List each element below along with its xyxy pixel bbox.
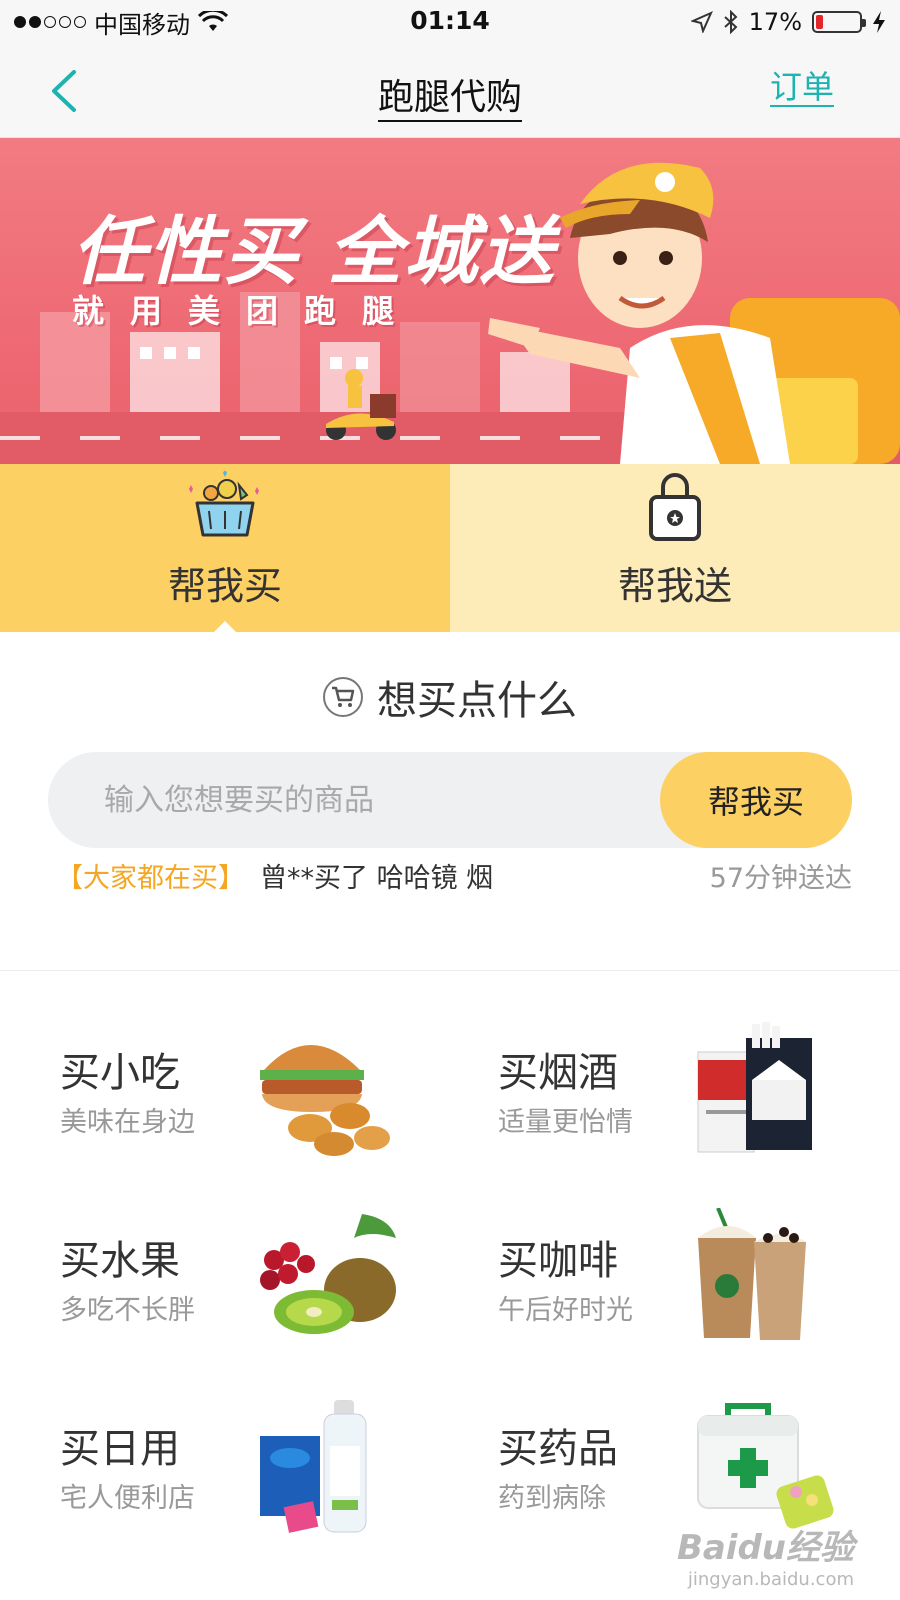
- tab-help-buy[interactable]: 帮我买: [0, 464, 450, 633]
- cigarettes-image: [697, 1022, 812, 1153]
- order-link[interactable]: 订单: [769, 69, 834, 108]
- bluetooth-icon: [723, 10, 738, 34]
- search-input[interactable]: [104, 752, 624, 848]
- ticker-tag: 【大家都在买】: [56, 863, 245, 894]
- tab-label: 帮我送: [617, 564, 732, 608]
- charging-icon: [873, 11, 885, 33]
- watermark-sub: jingyan.baidu.com: [687, 1569, 854, 1590]
- battery-percent: 17%: [748, 8, 802, 36]
- status-right: 17%: [690, 8, 886, 36]
- baidu-watermark: Baidu经验 jingyan.baidu.com: [677, 1520, 854, 1590]
- daily-goods-image: [260, 1400, 367, 1533]
- battery-icon: [812, 11, 866, 33]
- basket-icon: [189, 471, 259, 537]
- promo-banner[interactable]: 任性买 全城送 就用美团跑腿: [0, 138, 900, 464]
- coffee-image: [698, 1208, 806, 1340]
- popular-purchases-ticker: 【大家都在买】 曾**买了 哈哈镜 烟 57分钟送达: [56, 856, 852, 896]
- category-tobacco-alcohol[interactable]: 买烟酒 适量更怡情: [498, 1000, 900, 1170]
- courier-mascot-image: [488, 162, 900, 464]
- category-subtitle: 多吃不长胖: [60, 1295, 195, 1326]
- ticker-delivery-time: 57分钟送达: [709, 863, 852, 894]
- scooter-rider-image: [326, 369, 396, 440]
- category-daily-goods[interactable]: 买日用 宅人便利店: [60, 1376, 480, 1546]
- category-title: 买日用: [60, 1426, 180, 1472]
- category-title: 买小吃: [60, 1050, 180, 1096]
- buy-heading-text: 想买点什么: [377, 678, 577, 724]
- section-divider: [0, 970, 900, 971]
- banner-subtitle: 就用美团跑腿: [72, 292, 421, 330]
- category-snacks[interactable]: 买小吃 美味在身边: [60, 1000, 480, 1170]
- category-title: 买药品: [498, 1426, 618, 1472]
- search-bar: 帮我买: [48, 752, 852, 848]
- help-buy-button[interactable]: 帮我买: [660, 752, 852, 848]
- location-arrow-icon: [690, 11, 713, 33]
- status-bar: 中国移动 01:14 17%: [0, 0, 900, 44]
- ticker-text: 曾**买了 哈哈镜 烟: [260, 863, 494, 894]
- medicine-box-image: [697, 1403, 834, 1529]
- category-subtitle: 美味在身边: [60, 1107, 195, 1138]
- service-tabs: 帮我买 帮我送: [0, 464, 900, 633]
- battery-level: [816, 15, 823, 29]
- category-coffee[interactable]: 买咖啡 午后好时光: [498, 1188, 900, 1358]
- buy-heading: 想买点什么: [0, 668, 900, 726]
- lock-bag-icon: [649, 473, 701, 541]
- nav-bar: 跑腿代购 订单: [0, 44, 900, 138]
- active-tab-indicator: [213, 621, 237, 633]
- category-subtitle: 午后好时光: [498, 1295, 633, 1326]
- page-title: 跑腿代购: [0, 68, 900, 122]
- category-title: 买水果: [60, 1238, 180, 1284]
- tab-label: 帮我买: [167, 564, 282, 608]
- tab-help-send[interactable]: 帮我送: [450, 464, 900, 632]
- category-fruit[interactable]: 买水果 多吃不长胖: [60, 1188, 480, 1358]
- category-subtitle: 宅人便利店: [60, 1483, 195, 1514]
- cart-icon: [323, 677, 363, 717]
- category-title: 买咖啡: [498, 1238, 618, 1284]
- category-subtitle: 适量更怡情: [498, 1107, 633, 1138]
- category-subtitle: 药到病除: [498, 1483, 606, 1514]
- category-title: 买烟酒: [498, 1050, 618, 1096]
- watermark-main: Baidu经验: [676, 1528, 854, 1568]
- fruit-image: [260, 1214, 396, 1334]
- burger-nuggets-image: [260, 1045, 390, 1156]
